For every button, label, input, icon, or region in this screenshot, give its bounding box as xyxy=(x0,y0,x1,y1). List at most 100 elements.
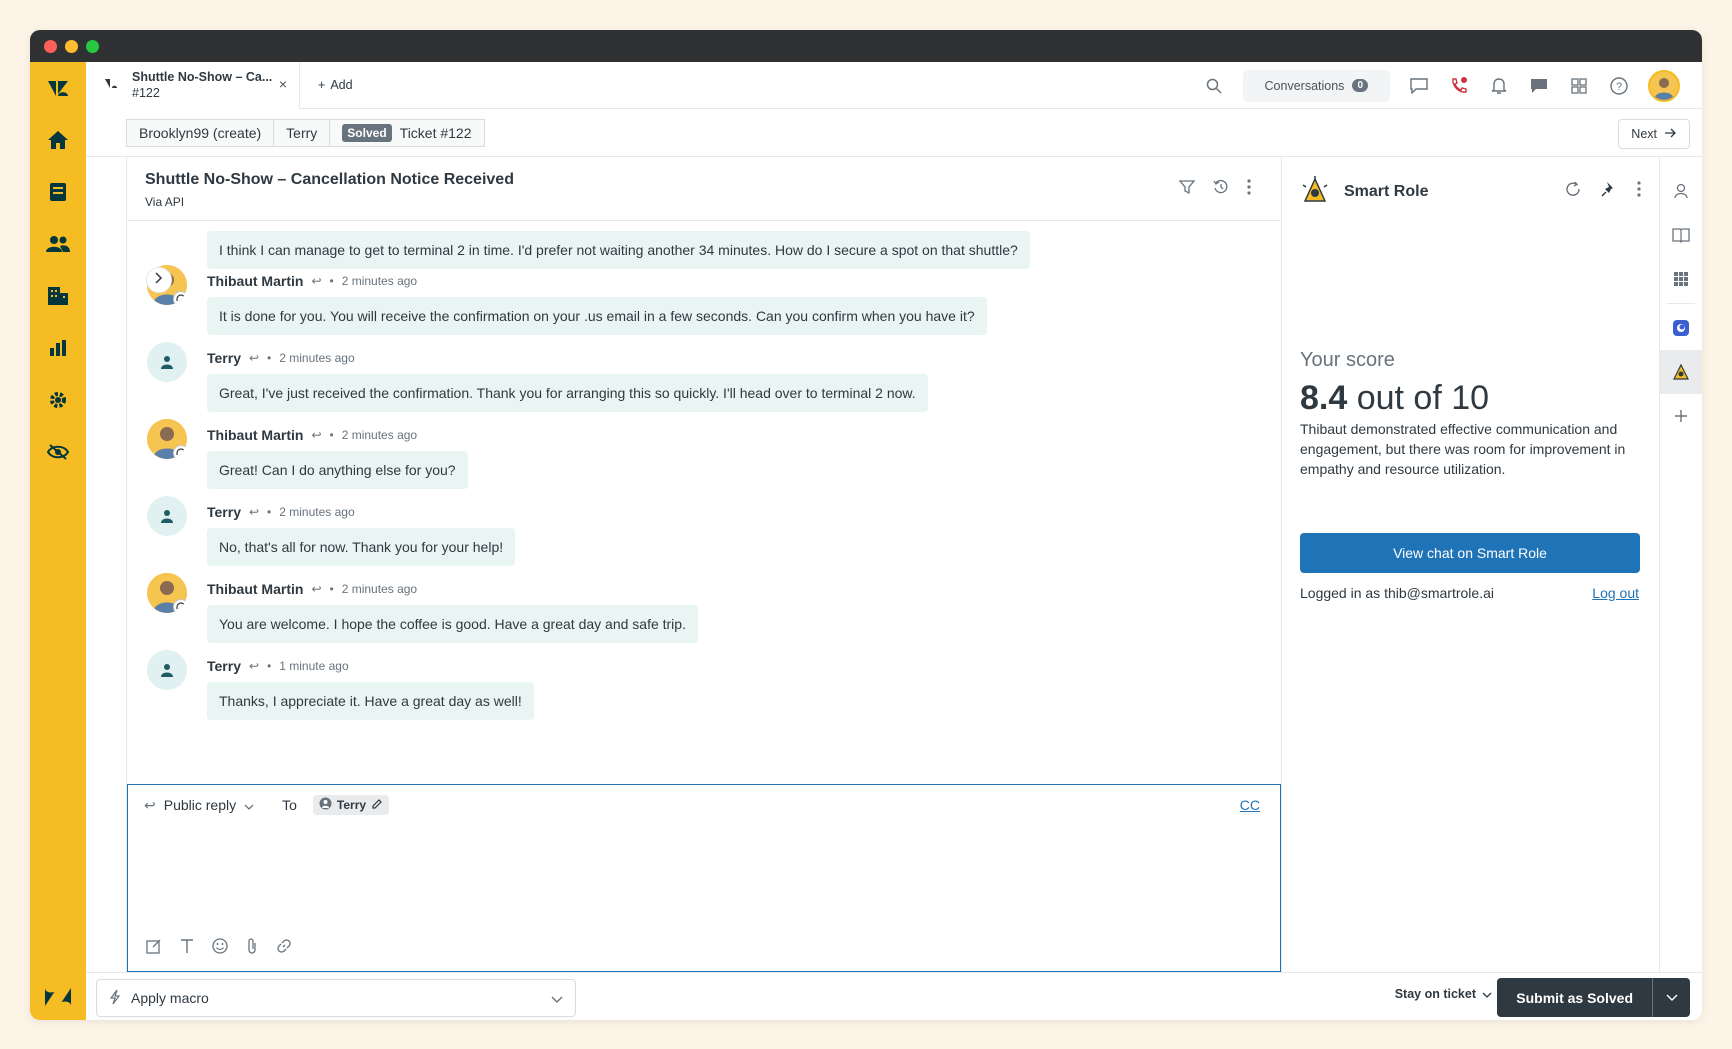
settings-gear-icon[interactable] xyxy=(30,374,86,426)
notifications-bell-icon[interactable] xyxy=(1488,75,1510,97)
requester-avatar xyxy=(147,650,187,690)
pin-icon[interactable] xyxy=(1601,181,1617,202)
organizations-icon[interactable] xyxy=(30,270,86,322)
chevron-down-icon xyxy=(1666,989,1678,1007)
ticket-tab-title: Shuttle No-Show – Ca... xyxy=(132,70,273,84)
arrow-right-icon xyxy=(1665,127,1677,141)
hidden-eye-icon[interactable] xyxy=(30,426,86,478)
refresh-icon[interactable] xyxy=(1565,181,1581,202)
message-bubble: Thanks, I appreciate it. Have a great da… xyxy=(207,682,534,720)
headset-icon xyxy=(173,445,187,459)
submit-options-button[interactable] xyxy=(1652,978,1690,1017)
reply-mode-select[interactable]: Public reply xyxy=(164,797,236,813)
app-title: Smart Role xyxy=(1344,183,1429,200)
score-label: Your score xyxy=(1300,349,1395,371)
conversation-log: I think I can manage to get to terminal … xyxy=(127,221,1281,784)
pencil-edit-icon[interactable] xyxy=(371,798,383,813)
cc-link[interactable]: CC xyxy=(1240,797,1260,813)
separator-dot: • xyxy=(267,659,272,673)
view-chat-button[interactable]: View chat on Smart Role xyxy=(1300,533,1640,573)
home-icon[interactable] xyxy=(30,114,86,166)
views-icon[interactable] xyxy=(30,166,86,218)
phone-icon[interactable] xyxy=(1448,75,1470,97)
emoji-icon[interactable] xyxy=(212,938,228,959)
customers-icon[interactable] xyxy=(30,218,86,270)
submit-as-solved-button[interactable]: Submit as Solved xyxy=(1497,978,1652,1017)
next-button[interactable]: Next xyxy=(1618,119,1690,149)
breadcrumb-requester[interactable]: Terry xyxy=(273,118,331,147)
breadcrumb-ticket[interactable]: Solved Ticket #122 xyxy=(329,118,485,147)
message-bubble: Great, I've just received the confirmati… xyxy=(207,374,928,412)
maximize-window-button[interactable] xyxy=(86,39,99,53)
ticket-pane: Shuttle No-Show – Cancellation Notice Re… xyxy=(126,157,1281,972)
list-item: Thibaut Martin ↩ • 2 minutes ago Great! … xyxy=(147,419,1261,499)
add-tab-button[interactable]: + Add xyxy=(318,78,353,92)
message-author: Thibaut Martin xyxy=(207,427,304,443)
reply-editor[interactable]: ↩ Public reply To Terry CC xyxy=(127,784,1281,972)
reply-arrow-icon: ↩ xyxy=(248,351,260,365)
more-options-icon[interactable] xyxy=(1637,181,1641,202)
search-icon[interactable] xyxy=(1203,75,1225,97)
conversations-button[interactable]: Conversations 0 xyxy=(1242,69,1390,102)
message-bubble: I think I can manage to get to terminal … xyxy=(207,231,1030,269)
smart-role-logo-icon xyxy=(1300,175,1330,210)
knowledge-book-icon[interactable] xyxy=(1660,213,1703,257)
apps-grid-icon[interactable] xyxy=(1660,257,1703,301)
message-time: 2 minutes ago xyxy=(341,428,418,442)
compose-icon[interactable] xyxy=(146,938,162,959)
user-avatar[interactable] xyxy=(1648,69,1680,102)
divider xyxy=(1667,303,1695,304)
link-icon[interactable] xyxy=(276,938,292,959)
separator-dot: • xyxy=(267,505,272,519)
separator-dot: • xyxy=(329,274,334,288)
apply-macro-select[interactable]: Apply macro xyxy=(96,979,576,1017)
ticket-via: Via API xyxy=(145,195,185,209)
chat-bubble-icon[interactable] xyxy=(1408,75,1430,97)
separator-dot: • xyxy=(267,351,272,365)
recipient-chip[interactable]: Terry xyxy=(312,795,390,815)
ticket-tab[interactable]: Shuttle No-Show – Ca... #122 × xyxy=(86,61,300,109)
breadcrumb-organization[interactable]: Brooklyn99 (create) xyxy=(126,118,275,147)
user-profile-icon[interactable] xyxy=(1660,169,1703,213)
bottom-bar: Apply macro Stay on ticket Submit as Sol… xyxy=(86,972,1702,1020)
breadcrumb-ticket-label: Ticket #122 xyxy=(399,124,472,141)
agent-avatar xyxy=(147,573,187,613)
chevron-down-icon[interactable] xyxy=(244,797,254,813)
smart-role-app-icon[interactable] xyxy=(1659,350,1702,394)
smart-role-app-panel: Smart Role Your score 8.4 out of 10 Thib… xyxy=(1281,157,1659,972)
message-time: 2 minutes ago xyxy=(341,582,418,596)
integration-app-icon[interactable] xyxy=(1660,306,1703,350)
minimize-window-button[interactable] xyxy=(65,39,78,53)
close-tab-icon[interactable]: × xyxy=(279,76,287,92)
chevron-down-icon xyxy=(1482,987,1492,1001)
list-item: Thibaut Martin ↩ • 2 minutes ago It is d… xyxy=(147,265,1261,345)
requester-avatar xyxy=(147,496,187,536)
filter-icon[interactable] xyxy=(1178,179,1196,200)
message-time: 2 minutes ago xyxy=(341,274,418,288)
messaging-icon[interactable] xyxy=(1528,75,1550,97)
plus-icon[interactable] xyxy=(1660,394,1703,438)
score-value: 8.4 out of 10 xyxy=(1300,379,1489,418)
reporting-icon[interactable] xyxy=(30,322,86,374)
window-titlebar xyxy=(30,30,1702,62)
apps-grid-icon[interactable] xyxy=(1568,75,1590,97)
history-icon[interactable] xyxy=(1213,179,1229,200)
stay-on-ticket-label: Stay on ticket xyxy=(1394,987,1476,1001)
left-nav xyxy=(30,62,86,1020)
more-options-icon[interactable] xyxy=(1247,179,1251,200)
close-window-button[interactable] xyxy=(44,39,57,53)
user-circle-icon xyxy=(319,797,332,813)
stay-on-ticket-select[interactable]: Stay on ticket xyxy=(1395,987,1492,1001)
message-bubble: It is done for you. You will receive the… xyxy=(207,297,987,335)
logged-in-text: Logged in as thib@smartrole.ai xyxy=(1300,585,1494,601)
submit-button-group: Submit as Solved xyxy=(1497,978,1690,1017)
text-format-icon[interactable] xyxy=(180,938,194,959)
top-bar: Shuttle No-Show – Ca... #122 × + Add Con… xyxy=(86,61,1702,109)
message-time: 1 minute ago xyxy=(279,659,349,673)
logout-link[interactable]: Log out xyxy=(1592,585,1639,601)
help-icon[interactable]: ? xyxy=(1608,75,1630,97)
attachment-icon[interactable] xyxy=(246,938,258,959)
message-author: Thibaut Martin xyxy=(207,581,304,597)
zendesk-logo-icon[interactable] xyxy=(30,62,86,114)
expand-sidebar-button[interactable] xyxy=(146,267,172,293)
